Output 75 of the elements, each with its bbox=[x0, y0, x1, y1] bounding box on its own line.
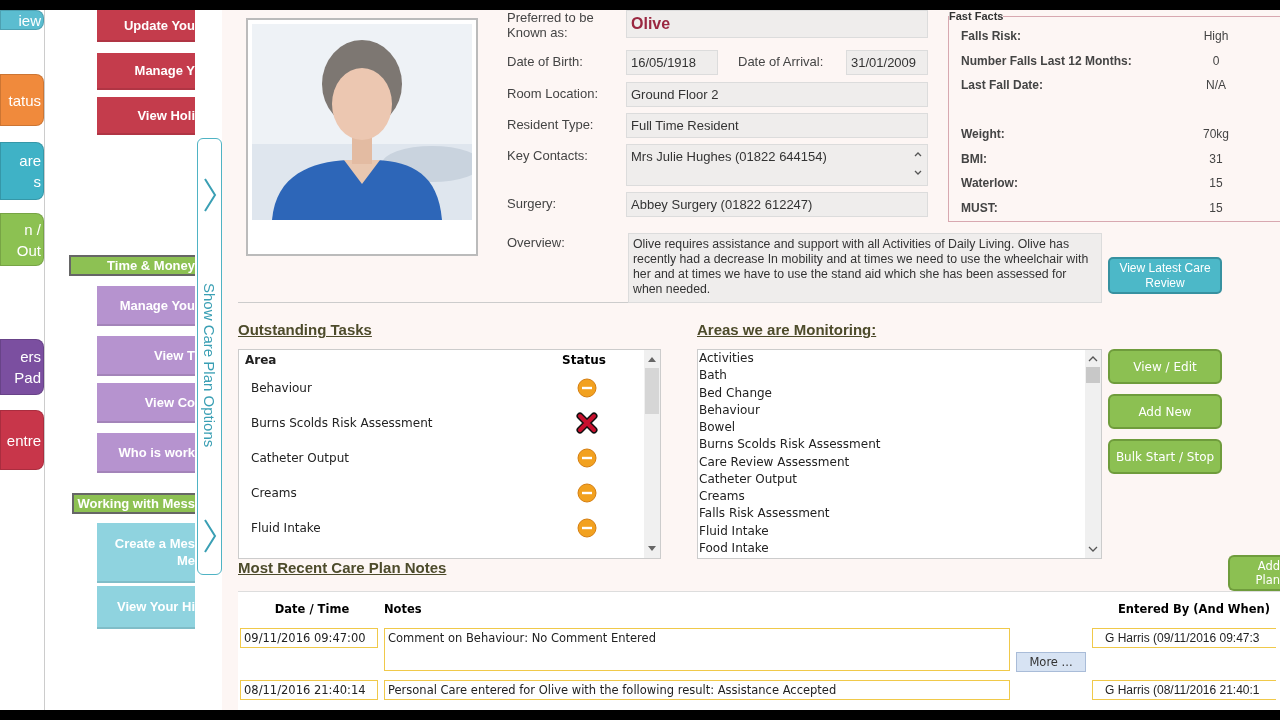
panel-title: Fast Facts bbox=[949, 10, 1004, 22]
scrollbar[interactable] bbox=[1085, 350, 1101, 558]
fact-value: 0 bbox=[1211, 53, 1221, 68]
field-label: Overview: bbox=[507, 234, 566, 251]
fact-value: 31 bbox=[1208, 151, 1224, 166]
scrollbar[interactable] bbox=[644, 350, 660, 558]
nav-tile[interactable]: entre bbox=[0, 410, 44, 470]
list-item[interactable]: Falls Risk Assessment bbox=[699, 506, 1085, 524]
field-label: Room Location: bbox=[507, 85, 600, 102]
section-heading: Most Recent Care Plan Notes bbox=[238, 559, 447, 578]
section-header: Time & Money bbox=[69, 255, 195, 276]
date-cell: 08/11/2016 21:40:14 bbox=[240, 680, 378, 700]
field-label: Surgery: bbox=[507, 195, 558, 212]
text-field[interactable]: Full Time Resident bbox=[626, 113, 928, 138]
list-item[interactable]: Catheter Output bbox=[699, 471, 1085, 489]
list-item[interactable]: Bowel bbox=[699, 420, 1085, 438]
fact-label: Last Fall Date: bbox=[961, 77, 1045, 92]
table-cell-text: Fluid Intake bbox=[250, 520, 322, 535]
list-item[interactable]: Burns Scolds Risk Assessment bbox=[699, 437, 1085, 455]
list-item[interactable]: Food Intake bbox=[699, 540, 1085, 558]
list-item[interactable]: Bed Change bbox=[699, 385, 1085, 403]
fact-value: 70kg bbox=[1202, 127, 1230, 142]
table-cell-text: Catheter Output bbox=[250, 450, 350, 465]
menu-button[interactable]: View Holi bbox=[97, 97, 195, 135]
menu-button[interactable]: Update You bbox=[97, 10, 195, 42]
fact-label: Waterlow: bbox=[961, 176, 1019, 191]
entered-by-cell: G Harris (09/11/2016 09:47:3 bbox=[1092, 628, 1276, 648]
list-item[interactable]: Bath bbox=[699, 368, 1085, 386]
date-of-birth-field[interactable]: 16/05/1918 bbox=[626, 50, 718, 75]
field-label: Preferred to be Known as: bbox=[507, 10, 595, 40]
text-field[interactable]: Ground Floor 2 bbox=[626, 82, 928, 107]
column-header: Area bbox=[245, 353, 278, 367]
date-cell: 09/11/2016 09:47:00 bbox=[240, 628, 378, 648]
list-item[interactable]: Care Review Assessment bbox=[699, 454, 1085, 472]
note-cell: Personal Care entered for Olive with the following result: Assistance Accepted bbox=[384, 680, 1010, 700]
fact-label: BMI: bbox=[961, 151, 988, 166]
list-item[interactable]: Behaviour bbox=[699, 402, 1085, 420]
field-label: Date of Arrival: bbox=[737, 53, 825, 70]
chevron-right-icon bbox=[202, 177, 217, 213]
list-item[interactable]: Activities bbox=[699, 351, 1085, 369]
menu-button[interactable]: Manage Y bbox=[97, 53, 195, 90]
table-cell-text: Creams bbox=[250, 485, 298, 500]
table-cell-text: Burns Scolds Risk Assessment bbox=[250, 415, 434, 430]
section-heading: Outstanding Tasks bbox=[238, 320, 373, 340]
fact-label: Falls Risk: bbox=[961, 29, 1023, 44]
field-label: Date of Birth: bbox=[507, 53, 584, 70]
preferred-name-field[interactable]: Olive bbox=[626, 10, 928, 38]
entered-by-cell: G Harris (08/11/2016 21:40:1 bbox=[1092, 680, 1276, 700]
fact-label: Weight: bbox=[961, 127, 1006, 142]
note-cell: Comment on Behaviour: No Comment Entered bbox=[384, 628, 1010, 671]
column-header: Status bbox=[561, 353, 607, 367]
chevron-right-icon bbox=[202, 518, 217, 554]
fact-label: MUST: bbox=[961, 200, 999, 215]
fact-value: High bbox=[1202, 29, 1230, 44]
contacts-list[interactable]: Mrs Julie Hughes (01822 644154) bbox=[626, 144, 928, 186]
text-field[interactable]: Abbey Surgery (01822 612247) bbox=[626, 192, 928, 217]
column-header: Date / Time bbox=[273, 602, 351, 616]
field-label: Resident Type: bbox=[507, 116, 595, 133]
fact-value: 15 bbox=[1208, 200, 1224, 215]
fact-value: 15 bbox=[1208, 176, 1224, 191]
list-item[interactable]: Creams bbox=[699, 489, 1085, 507]
list-item[interactable]: Fluid Intake bbox=[699, 523, 1085, 541]
column-header: Notes bbox=[384, 602, 423, 616]
table-cell-text: Behaviour bbox=[250, 380, 313, 395]
more-button[interactable]: More ... bbox=[1016, 652, 1086, 672]
nav-tile[interactable]: ers Pad bbox=[0, 339, 44, 395]
fact-label: Number Falls Last 12 Months: bbox=[961, 53, 1133, 68]
monitoring-list[interactable]: Activities Bath Bed Change Behaviour Bowel Burns Scolds Risk Assessment Care Review Assessment Catheter Output Creams Falls Risk Assessment Fluid Intake Food Intake bbox=[697, 349, 1102, 559]
section-header: Working with Mess bbox=[72, 493, 195, 514]
overview-text: Olive requires assistance and support with all Activities of Daily Living. Olive has recently had a decrease In mobility and at times we need to use the wheelchair with her and at times we have to use the stand aid which she has been assessed for when needed. bbox=[628, 233, 1102, 303]
section-heading: Areas we are Monitoring: bbox=[697, 320, 878, 340]
fact-value: N/A bbox=[1205, 77, 1227, 92]
column-header: Entered By (And When) bbox=[1118, 602, 1271, 616]
field-label: Key Contacts: bbox=[507, 147, 589, 164]
date-of-arrival-field[interactable]: 31/01/2009 bbox=[846, 50, 928, 75]
